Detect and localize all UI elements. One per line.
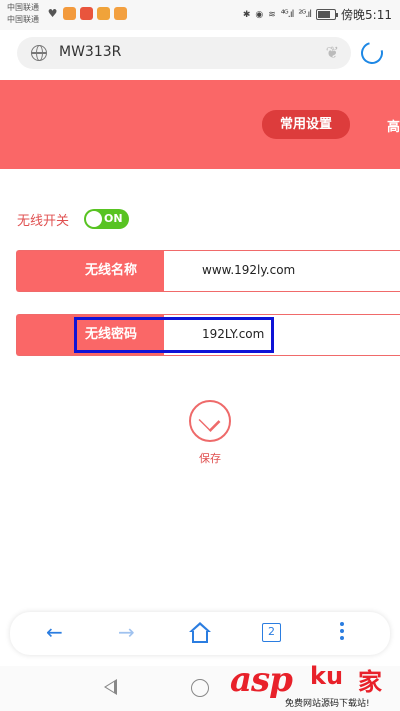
- status-time: 傍晚5:11: [341, 8, 392, 22]
- signal-icon-1: ⁴ᴳ.ıl: [280, 9, 295, 20]
- app-notification-icon: [97, 7, 110, 20]
- wireless-toggle[interactable]: ON: [84, 209, 129, 229]
- highlight-annotation-box: [74, 317, 274, 353]
- tab-advanced-settings[interactable]: 高: [387, 116, 400, 135]
- watermark-tagline: 免费网站源码下载站!: [285, 699, 370, 709]
- address-bar[interactable]: MW313R ❦: [17, 37, 351, 69]
- carrier-label-2: 中国联通: [7, 15, 39, 24]
- nav-back-icon[interactable]: [104, 679, 117, 695]
- save-button[interactable]: [189, 400, 231, 442]
- status-bar: 中国联通 中国联通 ♥ ✱ ◉ ≋ ⁴ᴳ.ıl ²ᴳ.ıl 傍晚5:11: [0, 0, 400, 30]
- refresh-icon[interactable]: [356, 37, 388, 69]
- nav-home-icon[interactable]: [191, 679, 209, 697]
- carrier-label-1: 中国联通: [7, 3, 39, 12]
- paw-icon[interactable]: ❦: [326, 43, 339, 62]
- toggle-knob: [86, 211, 102, 227]
- browser-toolbar: ← → 2: [10, 612, 390, 655]
- weibo-notification-icon: [80, 7, 93, 20]
- wireless-name-row: 无线名称 www.192ly.com: [16, 250, 400, 292]
- tabs-count-button[interactable]: 2: [262, 623, 281, 642]
- app-notification-icon: [114, 7, 127, 20]
- signal-icon-2: ²ᴳ.ıl: [298, 9, 312, 20]
- forward-arrow-icon[interactable]: →: [118, 620, 135, 644]
- wireless-name-label: 无线名称: [17, 251, 164, 291]
- wireless-switch-label: 无线开关: [17, 214, 70, 229]
- url-text: MW313R: [59, 44, 122, 60]
- eye-comfort-icon: ◉: [255, 9, 264, 20]
- status-right: ✱ ◉ ≋ ⁴ᴳ.ıl ²ᴳ.ıl 傍晚5:11: [243, 6, 392, 23]
- save-label[interactable]: 保存: [199, 450, 221, 466]
- more-menu-icon[interactable]: [340, 622, 344, 644]
- globe-icon: [31, 45, 47, 61]
- watermark-logo: asp ku 家 免费网站源码下载站!: [230, 660, 395, 709]
- heart-rate-icon: ♥: [47, 7, 58, 20]
- app-notification-icon: [63, 7, 76, 20]
- battery-icon: [316, 9, 339, 20]
- watermark-brand-jia: 家: [358, 668, 382, 696]
- back-arrow-icon[interactable]: ←: [46, 620, 63, 644]
- home-body: [192, 631, 208, 643]
- bluetooth-icon: ✱: [242, 9, 251, 20]
- wifi-icon: ≋: [268, 9, 276, 20]
- notification-icons: ♥: [46, 7, 127, 20]
- wireless-name-input[interactable]: www.192ly.com: [202, 263, 295, 277]
- tab-common-settings[interactable]: 常用设置: [262, 110, 350, 139]
- watermark-brand-asp: asp: [230, 660, 293, 700]
- toggle-state: ON: [104, 212, 123, 225]
- home-icon[interactable]: [188, 622, 212, 646]
- watermark-brand-ku: ku: [310, 662, 344, 690]
